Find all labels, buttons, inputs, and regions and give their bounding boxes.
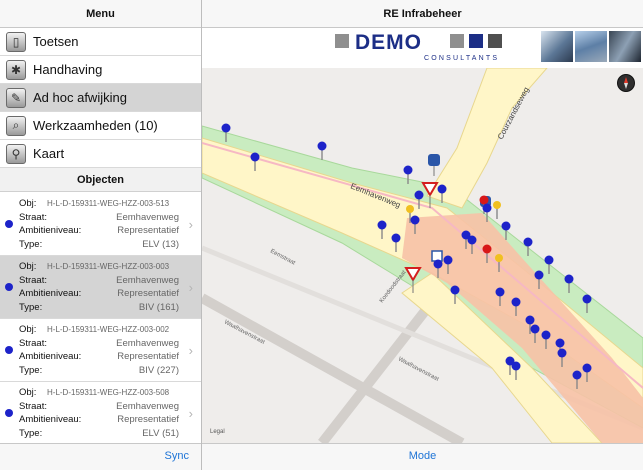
map-canvas: Courzandseweg Eemhavenweg Eemstraat Koed… — [202, 68, 643, 443]
field-label: Type: — [19, 428, 43, 439]
main-panel: RE Infrabeheer DEMO CONSULTANTS Courzand… — [202, 0, 643, 470]
street-value: Eemhavenweg — [116, 401, 179, 412]
menu-item-toetsen[interactable]: ▯ Toetsen — [0, 28, 201, 56]
ambition-value: Representatief — [117, 225, 179, 236]
menu-item-label: Kaart — [33, 146, 65, 161]
ambition-value: Representatief — [117, 288, 179, 299]
mode-button[interactable]: Mode — [202, 450, 643, 462]
objects-list: Obj: H-L-D-159311-WEG-HZZ-003-513 Straat:… — [0, 193, 201, 443]
field-label: Obj: — [19, 261, 37, 272]
legal-link[interactable]: Legal — [210, 429, 225, 435]
logo-square — [488, 34, 502, 48]
menu-item-kaart[interactable]: ⚲ Kaart — [0, 140, 201, 168]
banner-photo-building — [575, 31, 607, 62]
type-value: BIV (227) — [138, 365, 179, 376]
page-title: RE Infrabeheer — [202, 0, 643, 28]
field-label: Type: — [19, 365, 43, 376]
field-label: Straat: — [19, 212, 47, 223]
map-pin-icon: ⚲ — [6, 143, 26, 164]
object-id: H-L-D-159311-WEG-HZZ-003-002 — [47, 325, 170, 334]
field-label: Obj: — [19, 198, 37, 209]
document-icon: ▯ — [6, 31, 26, 52]
field-label: Type: — [19, 302, 43, 313]
object-id: H-L-D-159311-WEG-HZZ-003-513 — [47, 199, 170, 208]
menu-item-label: Toetsen — [33, 34, 79, 49]
logo-square — [469, 34, 483, 48]
company-banner: DEMO CONSULTANTS — [202, 28, 643, 68]
street-value: Eemhavenweg — [116, 212, 179, 223]
traffic-sign-square[interactable] — [431, 250, 443, 262]
ambition-value: Representatief — [117, 351, 179, 362]
status-dot — [5, 220, 13, 228]
status-dot — [5, 409, 13, 417]
status-dot — [5, 346, 13, 354]
sidebar: Menu ▯ Toetsen ✱ Handhaving ✎ Ad hoc afw… — [0, 0, 202, 470]
field-label: Type: — [19, 239, 43, 250]
banner-photo-office — [609, 31, 641, 62]
logo-square — [450, 34, 464, 48]
menu-item-label: Werkzaamheden (10) — [33, 118, 158, 133]
field-label: Straat: — [19, 275, 47, 286]
list-item[interactable]: Obj: H-L-D-159311-WEG-HZZ-003-513 Straat:… — [0, 193, 201, 256]
logo-subtitle: CONSULTANTS — [424, 55, 500, 62]
street-value: Eemhavenweg — [116, 338, 179, 349]
field-label: Straat: — [19, 401, 47, 412]
ambition-value: Representatief — [117, 414, 179, 425]
field-label: Obj: — [19, 324, 37, 335]
field-label: Straat: — [19, 338, 47, 349]
chevron-right-icon: › — [188, 217, 193, 232]
object-id: H-L-D-159311-WEG-HZZ-003-003 — [47, 262, 170, 271]
logo-square — [335, 34, 349, 48]
field-label: Ambitieniveau: — [19, 414, 82, 425]
field-label: Ambitieniveau: — [19, 288, 82, 299]
sync-button[interactable]: Sync — [165, 450, 189, 462]
menu-item-handhaving[interactable]: ✱ Handhaving — [0, 56, 201, 84]
menu-item-ad-hoc-afwijking[interactable]: ✎ Ad hoc afwijking — [0, 84, 201, 112]
sidebar-title: Menu — [0, 0, 201, 28]
map-view[interactable]: Courzandseweg Eemhavenweg Eemstraat Koed… — [202, 68, 643, 443]
field-label: Obj: — [19, 387, 37, 398]
status-dot — [5, 283, 13, 291]
main-toolbar: Mode — [202, 443, 643, 470]
street-value: Eemhavenweg — [116, 275, 179, 286]
list-item[interactable]: Obj: H-L-D-159311-WEG-HZZ-003-002 Straat:… — [0, 319, 201, 382]
menu-item-label: Ad hoc afwijking — [33, 90, 127, 105]
objects-section-header: Objecten — [0, 168, 201, 192]
banner-photo-meeting — [541, 31, 573, 62]
list-item[interactable]: Obj: H-L-D-159311-WEG-HZZ-003-003 Straat:… — [0, 256, 201, 319]
field-label: Ambitieniveau: — [19, 225, 82, 236]
menu-list: ▯ Toetsen ✱ Handhaving ✎ Ad hoc afwijkin… — [0, 28, 201, 168]
list-item[interactable]: Obj: H-L-D-159311-WEG-HZZ-003-508 Straat:… — [0, 382, 201, 443]
type-value: ELV (13) — [142, 239, 179, 250]
menu-item-werkzaamheden[interactable]: ⌕ Werkzaamheden (10) — [0, 112, 201, 140]
chevron-right-icon: › — [188, 343, 193, 358]
field-label: Ambitieniveau: — [19, 351, 82, 362]
chevron-right-icon: › — [188, 406, 193, 421]
pencil-icon: ✎ — [6, 87, 26, 108]
object-id: H-L-D-159311-WEG-HZZ-003-508 — [47, 388, 170, 397]
menu-item-label: Handhaving — [33, 62, 103, 77]
magnifier-icon: ⌕ — [6, 115, 26, 136]
logo-text: DEMO — [355, 31, 422, 54]
type-value: BIV (161) — [138, 302, 179, 313]
sidebar-toolbar: Sync — [0, 443, 201, 470]
sparkle-icon: ✱ — [6, 59, 26, 80]
compass-icon[interactable] — [617, 74, 635, 92]
chevron-right-icon: › — [188, 280, 193, 295]
type-value: ELV (51) — [142, 428, 179, 439]
